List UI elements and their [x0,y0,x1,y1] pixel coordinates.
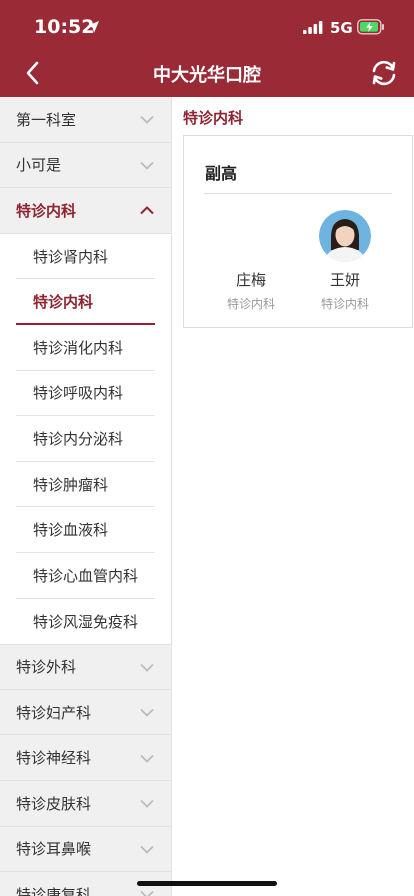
subcategory-item[interactable]: 特诊呼吸内科 [16,371,155,417]
page-title: 中大光华口腔 [153,65,261,86]
avatar [225,210,277,262]
chevron-down-icon [140,161,154,170]
subcategory-item[interactable]: 特诊消化内科 [16,325,155,371]
battery-charging-icon [357,19,384,35]
sidebar-category[interactable]: 特诊妇产科 [0,690,171,736]
category-label: 小可是 [16,156,62,175]
chevron-down-icon [140,116,154,125]
chevron-down-icon [140,891,154,896]
chevron-down-icon [140,754,154,763]
sidebar-category[interactable]: 第一科室 [0,97,171,143]
subcategory-item[interactable]: 特诊肿瘤科 [16,462,155,508]
doctor-photo-icon [319,210,371,262]
sidebar-category[interactable]: 小可是 [0,143,171,189]
sidebar-category[interactable]: 特诊耳鼻喉 [0,827,171,873]
doctor-name: 王妍 [329,271,360,289]
doctor-department: 特诊内科 [320,297,369,311]
doctor-group-card: 副高 庄梅 特诊内科 王妍 特诊内科 [183,135,413,328]
category-label: 特诊外科 [16,658,77,677]
group-heading: 副高 [205,164,238,183]
app-header: 10:52 5G 中大光华口腔 [0,0,414,97]
department-title: 特诊内科 [183,109,244,127]
home-indicator [137,881,277,886]
signal-icon [303,21,323,34]
category-label: 特诊耳鼻喉 [16,840,92,859]
avatar [319,210,371,262]
subcategory-list: 特诊肾内科 特诊内科 特诊消化内科 特诊呼吸内科 特诊内分泌科 特诊肿瘤科 特诊… [0,233,171,645]
subcategory-item[interactable]: 特诊内分泌科 [16,416,155,462]
chevron-down-icon [140,845,154,854]
category-label: 特诊妇产科 [16,703,92,722]
department-sidebar: 第一科室 小可是 特诊内科 特诊肾内科 特诊内科 特诊消化内科 特诊呼吸内科 特… [0,97,172,896]
category-label: 特诊神经科 [16,749,92,768]
sidebar-category-expanded[interactable]: 特诊内科 [0,188,171,234]
subcategory-item[interactable]: 特诊风湿免疫科 [16,599,155,645]
category-label: 特诊康复科 [16,885,92,896]
chevron-up-icon [140,206,154,215]
location-arrow-icon [87,21,99,33]
doctor-card[interactable]: 王妍 特诊内科 [309,210,381,312]
sidebar-category[interactable]: 特诊外科 [0,644,171,690]
subcategory-item[interactable]: 特诊血液科 [16,507,155,553]
subcategory-item[interactable]: 特诊心血管内科 [16,553,155,599]
doctor-name: 庄梅 [235,271,266,289]
sidebar-category[interactable]: 特诊皮肤科 [0,781,171,827]
doctor-department: 特诊内科 [226,297,275,311]
divider [204,193,392,194]
sidebar-category[interactable]: 特诊神经科 [0,735,171,781]
category-label: 特诊内科 [16,201,77,220]
chevron-down-icon [140,663,154,672]
blank-avatar-icon [225,210,277,262]
chevron-down-icon [140,708,154,717]
subcategory-item-active[interactable]: 特诊内科 [16,279,155,325]
doctor-card[interactable]: 庄梅 特诊内科 [215,210,287,312]
chevron-down-icon [140,800,154,808]
network-label: 5G [330,19,353,37]
subcategory-item[interactable]: 特诊肾内科 [16,234,155,280]
category-label: 第一科室 [16,110,77,129]
refresh-icon[interactable] [368,57,400,89]
category-label: 特诊皮肤科 [16,794,92,813]
